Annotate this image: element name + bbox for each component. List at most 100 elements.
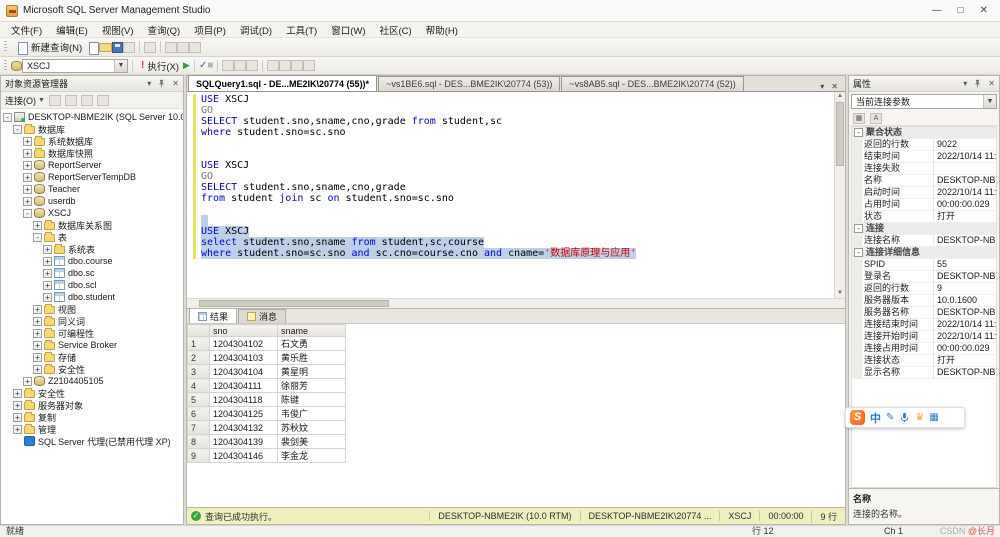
properties-object-selector[interactable]: 当前连接参数 ▼ xyxy=(851,94,997,109)
property-category[interactable]: -连接详细信息 xyxy=(852,247,996,259)
document-tab-3[interactable]: ~vs8AB5.sql - DES...BME2IK\20774 (52)) xyxy=(561,76,743,91)
result-cell[interactable]: 黄星明 xyxy=(278,365,346,379)
expand-icon[interactable]: + xyxy=(23,197,32,206)
pin-icon[interactable] xyxy=(973,79,982,88)
code-line[interactable] xyxy=(201,204,834,215)
result-cell[interactable]: 黄乐胜 xyxy=(278,351,346,365)
expand-icon[interactable]: + xyxy=(33,329,42,338)
expand-icon[interactable]: - xyxy=(33,233,42,242)
parse-icon[interactable]: ✓ xyxy=(199,60,207,71)
menu-item-9[interactable]: 社区(C) xyxy=(373,23,419,37)
expand-icon[interactable]: + xyxy=(43,281,52,290)
database-combo[interactable]: XSCJ ▼ xyxy=(22,59,128,73)
expand-icon[interactable]: + xyxy=(13,425,22,434)
tree-item[interactable]: +dbo.scl xyxy=(1,279,183,291)
result-cell[interactable]: 1204304125 xyxy=(210,407,278,421)
row-number-cell[interactable]: 6 xyxy=(188,407,210,421)
property-row[interactable]: 连接开始时间2022/10/14 11:32:0 xyxy=(852,331,996,343)
tree-item[interactable]: +复制 xyxy=(1,411,183,423)
sogou-logo-icon[interactable]: S xyxy=(850,410,865,425)
tab-list-dropdown-icon[interactable]: ▾ xyxy=(820,82,824,91)
expand-icon[interactable]: - xyxy=(23,209,32,218)
property-row[interactable]: 连接状态打开 xyxy=(852,355,996,367)
column-header-sname[interactable]: sname xyxy=(278,325,346,337)
expand-icon[interactable]: + xyxy=(23,149,32,158)
expand-icon[interactable]: + xyxy=(13,413,22,422)
expand-icon[interactable]: + xyxy=(23,185,32,194)
tree-item[interactable]: +数据库关系图 xyxy=(1,219,183,231)
property-category[interactable]: -连接 xyxy=(852,223,996,235)
ime-language-icon[interactable]: 中 xyxy=(870,410,881,426)
registered-servers-icon[interactable] xyxy=(177,42,189,53)
property-row[interactable]: 占用时间00:00:00.029 xyxy=(852,199,996,211)
tree-item[interactable]: +安全性 xyxy=(1,363,183,375)
tree-item[interactable]: +ReportServerTempDB xyxy=(1,171,183,183)
collapse-icon[interactable]: - xyxy=(854,248,863,257)
chevron-down-icon[interactable]: ▼ xyxy=(983,95,996,108)
open-folder-icon[interactable] xyxy=(99,43,112,52)
menu-item-7[interactable]: 工具(T) xyxy=(279,23,324,37)
expand-icon[interactable]: + xyxy=(13,401,22,410)
new-query-button[interactable]: 新建查询(N) xyxy=(11,39,86,55)
property-row[interactable]: 名称DESKTOP-NB xyxy=(852,175,996,187)
cancel-query-icon[interactable]: ■ xyxy=(207,60,213,71)
tree-item[interactable]: -XSCJ xyxy=(1,207,183,219)
menu-item-6[interactable]: 调试(D) xyxy=(233,23,279,37)
expand-icon[interactable]: + xyxy=(43,293,52,302)
panel-menu-icon[interactable]: ▾ xyxy=(147,79,151,88)
result-cell[interactable]: 1204304104 xyxy=(210,365,278,379)
filter-icon[interactable] xyxy=(97,95,109,106)
code-line[interactable]: GO xyxy=(201,171,834,182)
code-line[interactable] xyxy=(201,138,834,149)
results-to-file-icon[interactable] xyxy=(246,60,258,71)
code-line[interactable]: where student.sno=sc.sno and sc.cno=cour… xyxy=(201,248,834,259)
property-row[interactable]: 连接失败 xyxy=(852,163,996,175)
result-cell[interactable]: 1204304102 xyxy=(210,337,278,351)
document-tab-1[interactable]: SQLQuery1.sql - DE...ME2IK\20774 (55))* xyxy=(188,75,377,91)
property-row[interactable]: SPID55 xyxy=(852,259,996,271)
outdent-icon[interactable] xyxy=(303,60,315,71)
menu-item-4[interactable]: 查询(Q) xyxy=(140,23,187,37)
result-cell[interactable]: 石文勇 xyxy=(278,337,346,351)
result-cell[interactable]: 1204304139 xyxy=(210,435,278,449)
tree-item[interactable]: +dbo.sc xyxy=(1,267,183,279)
code-line[interactable]: SELECT student.sno,sname,cno,grade from … xyxy=(201,116,834,127)
panel-menu-icon[interactable]: ▾ xyxy=(963,79,967,88)
result-cell[interactable]: 徐丽芳 xyxy=(278,379,346,393)
tab-results[interactable]: 结果 xyxy=(189,308,237,323)
collapse-icon[interactable]: - xyxy=(854,224,863,233)
document-tab-2[interactable]: ~vs1BE6.sql - DES...BME2IK\20774 (53)) xyxy=(378,76,560,91)
result-cell[interactable]: 1204304118 xyxy=(210,393,278,407)
expand-icon[interactable]: + xyxy=(33,365,42,374)
code-line[interactable]: from student join sc on student.sno=sc.s… xyxy=(201,193,834,204)
save-all-icon[interactable] xyxy=(123,42,135,53)
row-number-cell[interactable]: 8 xyxy=(188,435,210,449)
property-row[interactable]: 连接名称DESKTOP-NBME2IK xyxy=(852,235,996,247)
expand-icon[interactable]: + xyxy=(33,341,42,350)
tree-item[interactable]: +系统数据库 xyxy=(1,135,183,147)
alphabetical-icon[interactable]: A xyxy=(870,113,882,124)
expand-icon[interactable]: - xyxy=(3,113,12,122)
menu-item-1[interactable]: 文件(F) xyxy=(4,23,49,37)
row-number-cell[interactable]: 7 xyxy=(188,421,210,435)
menu-item-2[interactable]: 编辑(E) xyxy=(49,23,95,37)
save-icon[interactable] xyxy=(112,42,123,53)
tree-item[interactable]: +存储 xyxy=(1,351,183,363)
row-number-cell[interactable]: 2 xyxy=(188,351,210,365)
code-line[interactable] xyxy=(201,215,834,226)
results-to-grid-icon[interactable] xyxy=(234,60,246,71)
pen-icon[interactable]: ✎ xyxy=(886,413,894,423)
expand-icon[interactable]: + xyxy=(43,269,52,278)
property-row[interactable]: 返回的行数9 xyxy=(852,283,996,295)
code-line[interactable]: USE XSCJ xyxy=(201,226,834,237)
tab-messages[interactable]: 消息 xyxy=(238,309,286,323)
connect-button[interactable]: 连接(O) ▼ xyxy=(5,94,45,107)
expand-icon[interactable]: + xyxy=(33,305,42,314)
scrollbar-thumb[interactable] xyxy=(199,300,389,307)
expand-icon[interactable]: + xyxy=(33,353,42,362)
categorized-icon[interactable]: ▦ xyxy=(853,113,865,124)
tree-item[interactable]: -表 xyxy=(1,231,183,243)
tree-item[interactable]: +系统表 xyxy=(1,243,183,255)
refresh-icon[interactable] xyxy=(81,95,93,106)
panel-close-icon[interactable]: ✕ xyxy=(172,79,179,88)
